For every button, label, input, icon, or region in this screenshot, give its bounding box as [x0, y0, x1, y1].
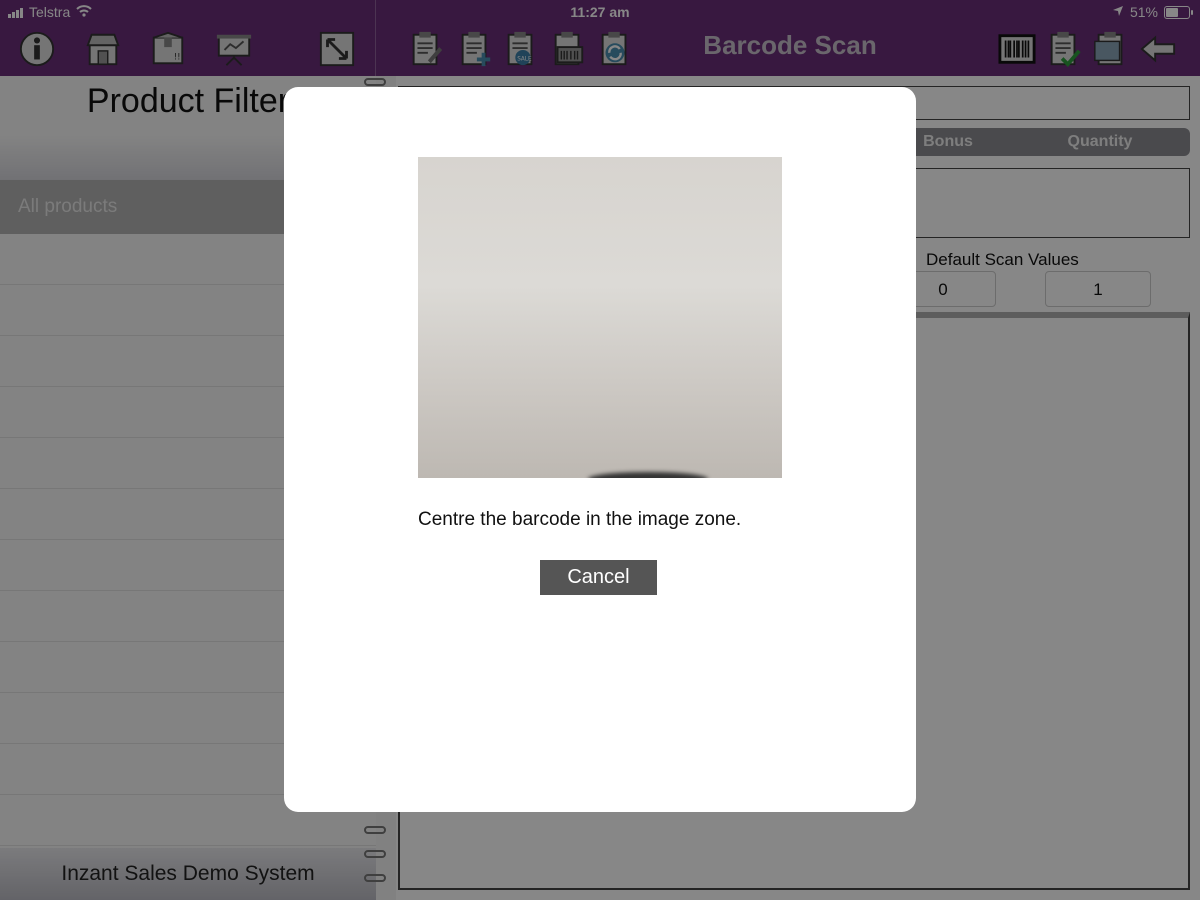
barcode-scan-dialog: Centre the barcode in the image zone. Ca… [284, 87, 916, 812]
camera-preview [418, 157, 782, 478]
cancel-button[interactable]: Cancel [540, 560, 657, 595]
scan-instruction: Centre the barcode in the image zone. [418, 509, 742, 530]
